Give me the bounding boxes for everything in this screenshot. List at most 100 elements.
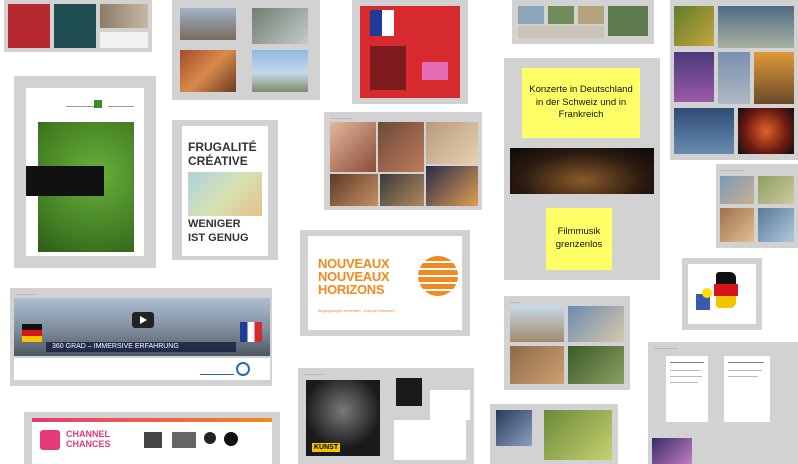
doc-line xyxy=(728,362,764,363)
photo-musician-5 xyxy=(380,174,424,206)
play-triangle-icon xyxy=(140,316,147,324)
card-nouveaux-horizons[interactable]: NOUVEAUX NOUVEAUX HORIZONS Begegnungen e… xyxy=(300,230,470,336)
card-caption: ——————— xyxy=(330,116,351,120)
doc-small xyxy=(430,390,470,420)
photo-red xyxy=(8,4,50,48)
photo-forest xyxy=(568,346,624,384)
video-caption-text: 360 GRAD – IMMERSIVE ERFAHRUNG xyxy=(52,343,179,350)
photo-dark-small xyxy=(396,378,422,406)
partner-logo-3 xyxy=(204,432,216,444)
video-footer xyxy=(14,358,270,380)
photo-strip-3 xyxy=(578,6,604,24)
doc-line xyxy=(670,382,698,383)
card-red-poster[interactable] xyxy=(352,0,468,104)
card-caption-kunst: ——————— xyxy=(304,372,325,376)
card-channel-chances[interactable]: CHANNEL CHANCES xyxy=(24,412,280,464)
doc-line xyxy=(728,370,762,371)
photo-group xyxy=(180,8,236,40)
photo-concert-hall xyxy=(510,148,654,194)
photo-musician-3 xyxy=(426,122,478,164)
partner-logo-2 xyxy=(172,432,196,448)
card-musicians[interactable]: ——————— xyxy=(324,112,482,210)
card-photo-collage[interactable] xyxy=(670,0,798,160)
photo-towers xyxy=(718,52,750,104)
footer-logo-icon xyxy=(236,362,250,376)
partner-logo-1 xyxy=(144,432,162,448)
card-konzerte[interactable]: Konzerte in Deutschland in der Schweiz u… xyxy=(504,58,660,280)
doc-wide xyxy=(394,420,466,460)
green-logo xyxy=(94,100,102,108)
nouveaux-line-3: HORIZONS xyxy=(318,282,385,297)
photo-street xyxy=(252,8,308,44)
card-kunst[interactable]: ——————— KUNST xyxy=(298,368,474,464)
frugalite-title-1: FRUGALITÉ xyxy=(188,140,257,154)
photo-doc xyxy=(100,32,148,48)
video-caption-bar: 360 GRAD – IMMERSIVE ERFAHRUNG xyxy=(46,342,236,352)
photo-small-1 xyxy=(496,410,532,446)
card-caption-right: ———————— xyxy=(720,168,744,172)
doc-line xyxy=(670,376,702,377)
card-caption-docs: ———————— xyxy=(654,346,678,350)
photo-strip-2 xyxy=(548,6,574,24)
photo-sunset xyxy=(754,52,794,104)
kunst-label: KUNST xyxy=(312,443,341,452)
photo-food xyxy=(674,6,714,46)
card-top-photos[interactable] xyxy=(172,0,320,100)
photo-group-right-2 xyxy=(758,176,794,204)
frugalite-title-4: IST GENUG xyxy=(188,232,249,244)
photo-fountain xyxy=(568,306,624,342)
photo-building xyxy=(510,306,564,342)
germany-map-red xyxy=(714,284,738,296)
konzerte-label: Konzerte in Deutschland in der Schweiz u… xyxy=(522,68,640,138)
card-green-document[interactable] xyxy=(14,76,156,268)
photo-fire xyxy=(738,108,794,154)
watercolor-art xyxy=(188,172,262,216)
card-top-middle[interactable] xyxy=(512,0,654,44)
doc-line xyxy=(670,362,704,363)
filmmusik-label: Filmmusik grenzenlos xyxy=(546,208,612,270)
card-frugalite[interactable]: FRUGALITÉ CRÉATIVE WENIGER IST GENUG xyxy=(172,120,278,260)
photo-orchestra xyxy=(180,50,236,92)
black-label xyxy=(26,166,104,196)
flag-yellow xyxy=(702,288,712,298)
nouveaux-logo-page: NOUVEAUX NOUVEAUX HORIZONS Begegnungen e… xyxy=(308,236,462,330)
partner-logo-4 xyxy=(224,432,238,446)
video-flag-france xyxy=(240,322,262,342)
card-small-bottom[interactable] xyxy=(490,404,618,464)
header-line-2 xyxy=(108,106,134,107)
frugalite-title-3: WENIGER xyxy=(188,218,241,230)
footer-line xyxy=(200,374,234,375)
photo-skyline xyxy=(674,52,714,102)
doc-line xyxy=(728,376,758,377)
channel-line-1: CHANNEL xyxy=(66,429,110,439)
photo-city xyxy=(252,50,308,92)
card-video[interactable]: ——————— 360 GRAD – IMMERSIVE ERFAHRUNG xyxy=(10,288,272,386)
heart-icon xyxy=(40,430,60,450)
frugalite-poster: FRUGALITÉ CRÉATIVE WENIGER IST GENUG xyxy=(182,126,268,256)
photo-musician-6 xyxy=(426,166,478,206)
photo-river xyxy=(718,6,794,48)
card-right-photos[interactable]: ———————— xyxy=(716,164,798,248)
card-top-left[interactable] xyxy=(4,0,152,52)
photo-musician-2 xyxy=(378,122,424,172)
document-right xyxy=(724,356,770,422)
photo-musician-1 xyxy=(330,122,376,172)
doc-line xyxy=(670,370,700,371)
photo-group-right-1 xyxy=(720,176,754,204)
play-button-icon[interactable] xyxy=(132,312,154,328)
video-flag-germany xyxy=(22,324,42,342)
card-caption-video: ——————— xyxy=(16,292,37,296)
card-bottom-photos[interactable]: ——— xyxy=(504,296,630,390)
channel-page: CHANNEL CHANCES xyxy=(32,418,272,464)
channel-line-2: CHANCES xyxy=(66,439,111,449)
card-map[interactable] xyxy=(682,258,762,330)
frugalite-title-2: CRÉATIVE xyxy=(188,154,248,168)
germany-map-gold xyxy=(716,296,736,308)
photo-people xyxy=(100,4,148,28)
photo-bridge xyxy=(674,108,734,154)
photo-group-right-3 xyxy=(720,208,754,242)
photo-teal xyxy=(54,4,96,48)
photo-small-2 xyxy=(544,410,612,460)
card-documents[interactable]: ———————— xyxy=(648,342,798,464)
germany-map xyxy=(716,272,736,284)
